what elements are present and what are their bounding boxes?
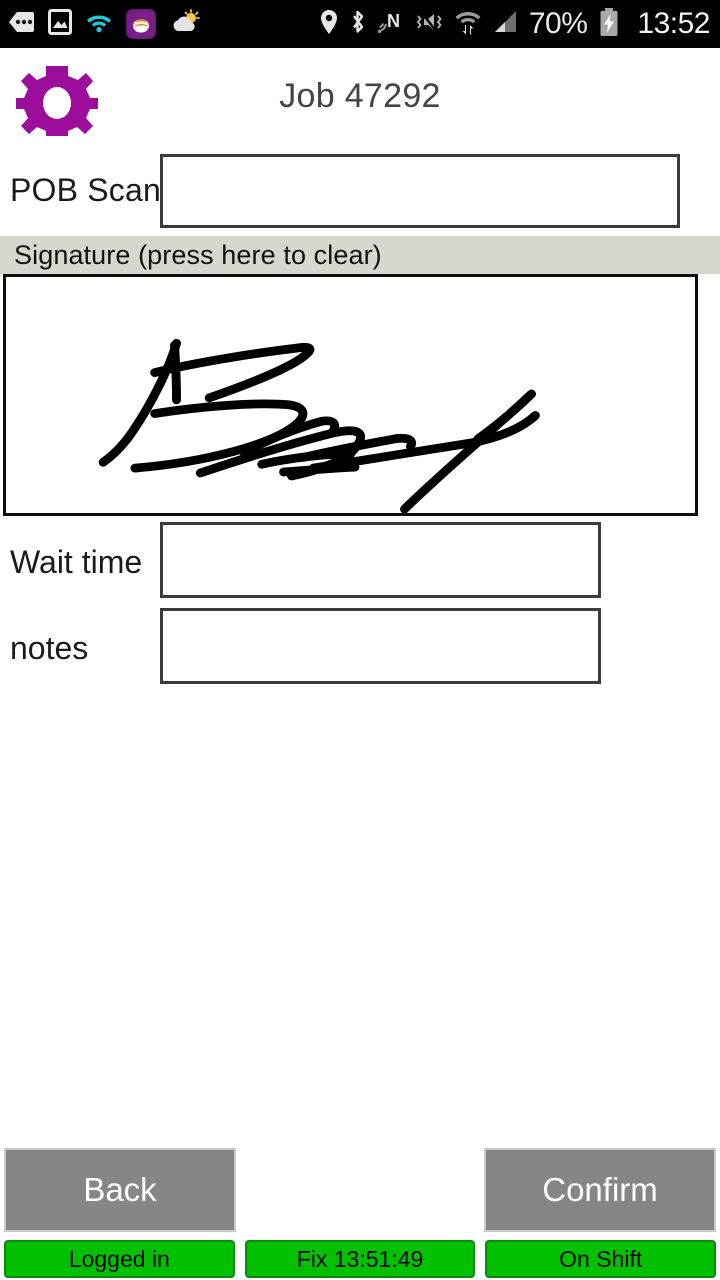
status-bar-system-icons: N 70% 13:52 [320, 7, 710, 42]
back-button[interactable]: Back [4, 1148, 236, 1232]
wait-time-input[interactable] [160, 522, 601, 598]
bottom-status-strip: Logged in Fix 13:51:49 On Shift [0, 1240, 720, 1280]
battery-charging-icon [598, 7, 620, 42]
volume-vibrate-mute-icon [414, 9, 444, 40]
app-notification-icon [126, 9, 156, 39]
app-header: Job 47292 [0, 48, 720, 145]
confirm-button[interactable]: Confirm [484, 1148, 716, 1232]
svg-text:N: N [387, 11, 400, 31]
system-status-bar[interactable]: N 70% 13:52 [0, 0, 720, 48]
status-bar-notification-icons [8, 8, 200, 40]
location-pin-icon [320, 9, 338, 40]
weather-partly-cloudy-icon [170, 8, 200, 40]
wifi-transfer-icon [455, 9, 481, 40]
notes-input[interactable] [160, 608, 601, 684]
bluetooth-icon [349, 9, 366, 40]
shift-status-badge[interactable]: On Shift [485, 1240, 717, 1278]
signature-pad[interactable] [3, 274, 698, 516]
wifi-cyan-icon [86, 11, 112, 38]
signature-clear-bar[interactable]: Signature (press here to clear) [0, 236, 720, 274]
signature-ink [98, 338, 540, 513]
pob-scan-label: POB Scan [10, 172, 162, 208]
nfc-icon: N [377, 9, 403, 40]
status-bar-clock: 13:52 [637, 7, 710, 40]
screenshot-image-icon [48, 8, 72, 40]
gps-fix-status-badge[interactable]: Fix 13:51:49 [244, 1240, 476, 1278]
wait-time-label: Wait time [10, 544, 143, 580]
battery-percent-label: 70% [528, 7, 588, 40]
pob-scan-input[interactable] [160, 154, 680, 228]
signature-bar-label: Signature (press here to clear) [14, 239, 382, 270]
cellular-signal-icon [492, 9, 518, 40]
more-notifications-icon [8, 10, 34, 39]
page-title: Job 47292 [279, 77, 441, 115]
login-status-badge[interactable]: Logged in [4, 1240, 235, 1278]
notes-label: notes [10, 630, 89, 666]
